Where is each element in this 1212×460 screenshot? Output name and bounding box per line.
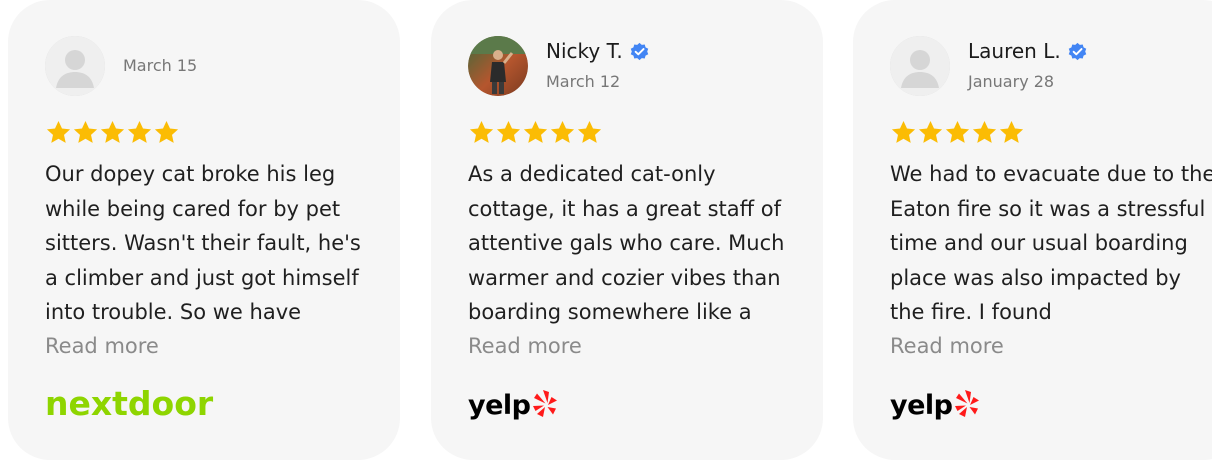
avatar-placeholder-icon (890, 36, 950, 96)
star-icon (469, 121, 494, 143)
avatar (468, 36, 528, 96)
verified-badge-icon (1068, 42, 1086, 60)
star-rating (890, 119, 1025, 146)
yelp-logo[interactable]: yelp (890, 389, 982, 423)
yelp-wordmark: yelp (468, 390, 531, 421)
reviewer-name: Nicky T. (546, 39, 623, 63)
star-rating (468, 119, 603, 146)
star-icon (73, 121, 98, 143)
star-icon (100, 121, 125, 143)
star-icon (577, 121, 602, 143)
star-icon (891, 121, 916, 143)
review-date: March 12 (546, 72, 621, 91)
star-icon (496, 121, 521, 143)
star-icon (918, 121, 943, 143)
star-rating (45, 119, 180, 146)
star-icon (46, 121, 71, 143)
yelp-burst-icon (954, 390, 979, 417)
review-text: Our dopey cat broke his leg while being … (45, 162, 361, 324)
verified-badge-icon (630, 42, 649, 60)
nextdoor-logo[interactable]: nextdoor (45, 384, 213, 424)
star-icon (127, 121, 152, 143)
star-icon (523, 121, 548, 143)
review-card: Nicky T. March 12 As a dedicated cat-onl… (431, 0, 823, 460)
review-card: Lauren L. January 28 We had to evacuate … (853, 0, 1212, 460)
star-icon (945, 121, 970, 143)
star-icon (550, 121, 575, 143)
review-card: March 15 Our dopey cat broke his leg whi… (8, 0, 400, 460)
review-date: March 15 (123, 56, 198, 75)
yelp-logo[interactable]: yelp (468, 389, 560, 423)
star-icon (999, 121, 1024, 143)
avatar-placeholder-icon (45, 36, 105, 96)
read-more-link[interactable]: Read more (468, 329, 582, 363)
star-icon (154, 121, 179, 143)
read-more-link[interactable]: Read more (45, 329, 159, 363)
read-more-link[interactable]: Read more (890, 329, 1004, 363)
yelp-wordmark: yelp (890, 390, 953, 421)
reviewer-name: Lauren L. (968, 39, 1061, 63)
review-text: We had to evacuate due to the Eaton fire… (890, 162, 1212, 324)
yelp-burst-icon (532, 390, 557, 417)
review-date: January 28 (968, 72, 1055, 91)
star-icon (972, 121, 997, 143)
review-text: As a dedicated cat-only cottage, it has … (468, 162, 785, 324)
